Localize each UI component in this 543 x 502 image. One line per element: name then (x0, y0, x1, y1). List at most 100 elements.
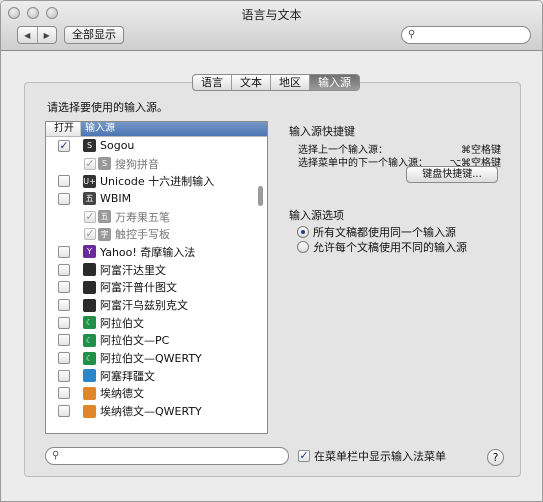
input-source-label: 阿拉伯文—PC (100, 334, 170, 348)
enable-checkbox[interactable] (58, 369, 70, 382)
input-source-label: 埃纳德文 (100, 387, 144, 401)
input-source-row[interactable]: 埃纳德文 (46, 385, 267, 403)
input-source-row[interactable]: Y Yahoo! 奇摩输入法 (46, 243, 267, 261)
tab-text[interactable]: 文本 (231, 75, 270, 90)
input-source-icon: S (83, 139, 96, 153)
show-menu-label: 在菜单栏中显示输入法菜单 (314, 450, 446, 463)
enable-checkbox[interactable] (58, 192, 70, 205)
forward-arrow-icon[interactable]: ▶ (36, 27, 57, 43)
input-source-label: Yahoo! 奇摩输入法 (100, 245, 196, 259)
options-heading: 输入源选项 (289, 209, 344, 222)
enable-checkbox[interactable] (58, 281, 70, 294)
input-source-label: 阿塞拜疆文 (100, 369, 155, 383)
input-source-icon: 五 (98, 210, 111, 224)
radio-button[interactable] (297, 226, 309, 238)
preferences-window: 语言与文本 ◀ ▶ 全部显示 ⚲ 语言 文本 地区 输入源 请选择要使用的输入源… (0, 0, 543, 502)
back-forward-control: ◀ ▶ (17, 26, 57, 44)
enable-checkbox[interactable] (58, 245, 70, 258)
input-source-search-field[interactable]: ⚲ (45, 447, 289, 465)
enable-checkbox[interactable] (58, 263, 70, 276)
input-source-icon: 五 (83, 192, 96, 206)
column-header-source[interactable]: 输入源 (81, 122, 267, 136)
input-source-list: 打开 输入源 ✓ S Sogou ✓ S 搜狗拼音 U+ Unicode 十六进制输入五 WBI… (45, 121, 268, 434)
keyboard-shortcuts-button[interactable]: 键盘快捷键... (406, 166, 498, 183)
search-icon: ⚲ (408, 29, 416, 40)
input-source-icon (83, 298, 96, 312)
input-source-rows: ✓ S Sogou ✓ S 搜狗拼音 U+ Unicode 十六进制输入五 WBIM ✓ 五万寿果五… (46, 137, 267, 420)
radio-same-source-label: 所有文稿都使用同一个输入源 (313, 226, 456, 239)
input-source-label: 埃纳德文—QWERTY (100, 405, 202, 419)
radio-per-document-label: 允许每个文稿使用不同的输入源 (313, 241, 467, 254)
radio-per-document[interactable]: 允许每个文稿使用不同的输入源 (297, 239, 467, 255)
enable-checkbox[interactable] (58, 387, 70, 400)
list-header: 打开 输入源 (46, 122, 267, 137)
tab-input-sources[interactable]: 输入源 (309, 75, 359, 90)
input-source-label: Unicode 十六进制输入 (100, 175, 215, 189)
input-source-label: 阿富汗乌兹别克文 (100, 299, 188, 313)
enable-checkbox[interactable] (58, 334, 70, 347)
enable-checkbox[interactable] (58, 175, 70, 188)
tab-region[interactable]: 地区 (270, 75, 309, 90)
show-all-button[interactable]: 全部显示 (64, 26, 124, 44)
sub-source-checkbox: ✓ (84, 156, 96, 170)
input-source-label: 阿富汗达里文 (100, 263, 166, 277)
input-source-row[interactable]: ☾ 阿拉伯文 (46, 314, 267, 332)
input-source-row[interactable]: 阿富汗乌兹别克文 (46, 296, 267, 314)
input-source-label: Sogou (100, 139, 135, 153)
input-source-label: 万寿果五笔 (115, 210, 170, 224)
input-source-label: 阿富汗普什图文 (100, 281, 177, 295)
input-source-prompt: 请选择要使用的输入源。 (47, 101, 168, 114)
shortcuts-heading: 输入源快捷键 (289, 125, 355, 138)
input-source-icon: S (98, 157, 111, 171)
input-source-label: 阿拉伯文 (100, 316, 144, 330)
input-source-label: 搜狗拼音 (115, 157, 159, 171)
enable-checkbox[interactable] (58, 299, 70, 312)
input-source-row[interactable]: 埃纳德文—QWERTY (46, 402, 267, 420)
input-source-row[interactable]: 阿富汗普什图文 (46, 279, 267, 297)
checkbox[interactable]: ✓ (298, 450, 310, 462)
radio-same-source[interactable]: 所有文稿都使用同一个输入源 (297, 224, 456, 240)
radio-button[interactable] (297, 241, 309, 253)
input-source-icon: Y (83, 245, 96, 259)
input-source-icon: ☾ (83, 333, 96, 347)
input-source-row[interactable]: ✓ S Sogou (46, 137, 267, 155)
input-source-icon (83, 386, 96, 400)
sub-source-checkbox: ✓ (84, 227, 96, 241)
input-source-icon: U+ (83, 174, 96, 188)
input-source-row[interactable]: ✓ 字触控手写板 (46, 225, 267, 243)
input-source-icon (83, 404, 96, 418)
tab-language[interactable]: 语言 (193, 75, 231, 90)
sub-source-checkbox: ✓ (84, 209, 96, 223)
input-source-row[interactable]: ☾ 阿拉伯文—PC (46, 332, 267, 350)
input-source-row[interactable]: ✓ S 搜狗拼音 (46, 155, 267, 173)
window-title: 语言与文本 (241, 8, 302, 22)
input-source-row[interactable]: ✓ 五万寿果五笔 (46, 208, 267, 226)
list-scrollbar[interactable] (258, 186, 263, 206)
input-source-row[interactable]: 阿塞拜疆文 (46, 367, 267, 385)
column-header-open[interactable]: 打开 (46, 122, 81, 136)
input-source-icon (83, 369, 96, 383)
input-source-icon (83, 263, 96, 277)
input-source-row[interactable]: 阿富汗达里文 (46, 261, 267, 279)
input-source-row[interactable]: U+ Unicode 十六进制输入 (46, 172, 267, 190)
input-source-icon: ☾ (83, 351, 96, 365)
enable-checkbox[interactable] (58, 316, 70, 329)
title-bar: 语言与文本 ◀ ▶ 全部显示 ⚲ (1, 1, 542, 51)
back-arrow-icon[interactable]: ◀ (18, 27, 37, 43)
enable-checkbox[interactable]: ✓ (58, 139, 70, 152)
input-source-icon: 字 (98, 227, 111, 241)
search-icon: ⚲ (52, 450, 60, 461)
help-button[interactable]: ? (487, 449, 504, 466)
tab-bar: 语言 文本 地区 输入源 (192, 74, 360, 91)
input-source-row[interactable]: 五 WBIM (46, 190, 267, 208)
enable-checkbox[interactable] (58, 352, 70, 365)
input-source-label: WBIM (100, 192, 132, 206)
enable-checkbox[interactable] (58, 405, 70, 418)
show-menu-checkbox[interactable]: ✓ 在菜单栏中显示输入法菜单 (298, 448, 446, 464)
input-source-label: 阿拉伯文—QWERTY (100, 352, 202, 366)
input-source-icon (83, 280, 96, 294)
input-source-label: 触控手写板 (115, 228, 170, 242)
input-source-row[interactable]: ☾ 阿拉伯文—QWERTY (46, 349, 267, 367)
preferences-search-field[interactable]: ⚲ (401, 26, 531, 44)
input-source-icon: ☾ (83, 316, 96, 330)
